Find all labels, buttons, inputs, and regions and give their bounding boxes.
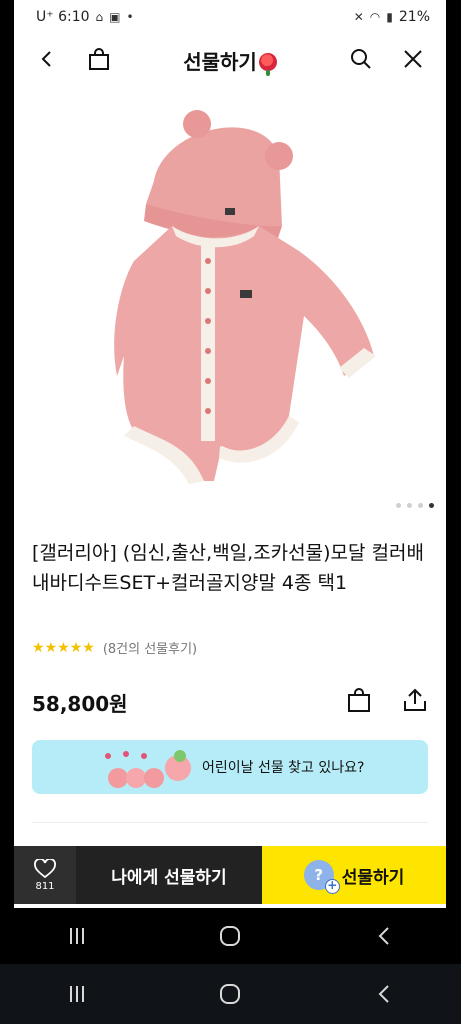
close-button[interactable] <box>398 44 428 74</box>
shopping-bag-icon <box>348 688 370 712</box>
close-icon <box>404 50 422 68</box>
star-icon: ★ <box>57 639 70 656</box>
promo-banner-text: 어린이날 선물 찾고 있나요? <box>202 760 365 776</box>
page-title-text: 선물하기 <box>183 50 257 74</box>
system-back-icon <box>378 985 389 1003</box>
character-illustration <box>105 750 191 788</box>
mute-icon: ✕ <box>353 10 364 24</box>
share-icon <box>404 688 426 711</box>
gift-label: 선물하기 <box>341 867 405 888</box>
home-icon <box>220 984 241 1004</box>
product-price: 58,800원 <box>32 692 128 716</box>
price-actions <box>344 684 430 716</box>
promo-banner[interactable]: 어린이날 선물 찾고 있나요? <box>32 740 428 794</box>
system-back-icon <box>378 927 389 945</box>
signal-icon: ▮ <box>386 10 393 24</box>
recents-button[interactable] <box>57 916 97 956</box>
star-icon: ★ <box>44 639 58 656</box>
star-icon: ★ <box>32 639 45 656</box>
home-button-secondary[interactable] <box>210 974 250 1014</box>
home-icon <box>220 926 241 946</box>
product-image <box>114 110 376 484</box>
status-carrier-time: U⁺ 6:10 <box>36 9 90 25</box>
status-left: U⁺ 6:10 ⌂ ▣ • <box>36 9 134 25</box>
add-to-cart-button[interactable] <box>344 684 374 716</box>
add-friend-icon: ? + <box>303 860 340 894</box>
recents-icon <box>69 986 84 1002</box>
battery-level: 21% <box>398 9 430 25</box>
search-button[interactable] <box>346 44 376 74</box>
search-icon <box>351 49 371 69</box>
app-screen: U⁺ 6:10 ⌂ ▣ • ✕ ◠ ▮ 21% 선물하기 [갤러리아] (임신,… <box>14 0 446 908</box>
rating-stars: ★★★★★ <box>32 640 95 656</box>
bottom-action-bar: 811 나에게 선물하기 ? + 선물하기 <box>14 846 446 904</box>
star-icon: ★ <box>69 639 83 656</box>
carousel-dot <box>407 503 412 508</box>
wish-count: 811 <box>35 880 55 892</box>
wish-button[interactable]: 811 <box>14 846 76 904</box>
heart-icon <box>34 858 56 878</box>
status-bar: U⁺ 6:10 ⌂ ▣ • ✕ ◠ ▮ 21% <box>14 0 446 36</box>
review-count: (8건의 선물후기) <box>102 642 198 657</box>
home-notification-icon: ⌂ <box>95 10 104 24</box>
system-back-button[interactable] <box>364 916 404 956</box>
product-name: [갤러리아] (임신,출산,백일,조카선물)모달 컬러배내바디수트SET+컬러골… <box>32 542 424 594</box>
share-button[interactable] <box>400 684 430 716</box>
product-image-carousel[interactable] <box>14 86 446 516</box>
rating-row[interactable]: ★★★★★ (8건의 선물후기) <box>32 638 198 658</box>
page-title: 선물하기 <box>14 46 446 76</box>
star-icon: ★ <box>82 639 95 656</box>
status-right: ✕ ◠ ▮ 21% <box>354 9 430 25</box>
carousel-indicator <box>396 503 434 508</box>
plus-icon: + <box>324 879 340 894</box>
system-navigation-bar-secondary <box>0 964 461 1024</box>
carousel-dot <box>429 503 434 508</box>
device-frame: U⁺ 6:10 ⌂ ▣ • ✕ ◠ ▮ 21% 선물하기 [갤러리아] (임신,… <box>0 0 461 1024</box>
dot-indicator-icon: • <box>126 10 134 24</box>
gift-to-self-button[interactable]: 나에게 선물하기 <box>76 846 262 904</box>
carousel-dot <box>418 503 423 508</box>
wifi-icon: ◠ <box>369 10 381 24</box>
home-button[interactable] <box>210 916 250 956</box>
talk-notification-icon: ▣ <box>109 10 121 24</box>
rose-icon <box>258 53 277 76</box>
recents-button-secondary[interactable] <box>57 974 97 1014</box>
section-divider <box>32 822 428 823</box>
recents-icon <box>69 928 84 944</box>
top-navigation: 선물하기 <box>14 36 446 82</box>
system-back-button-secondary[interactable] <box>364 974 404 1014</box>
system-navigation-bar <box>0 908 461 964</box>
gift-button[interactable]: ? + 선물하기 <box>262 846 446 904</box>
gift-to-self-label: 나에게 선물하기 <box>111 867 227 888</box>
carousel-dot <box>396 503 401 508</box>
